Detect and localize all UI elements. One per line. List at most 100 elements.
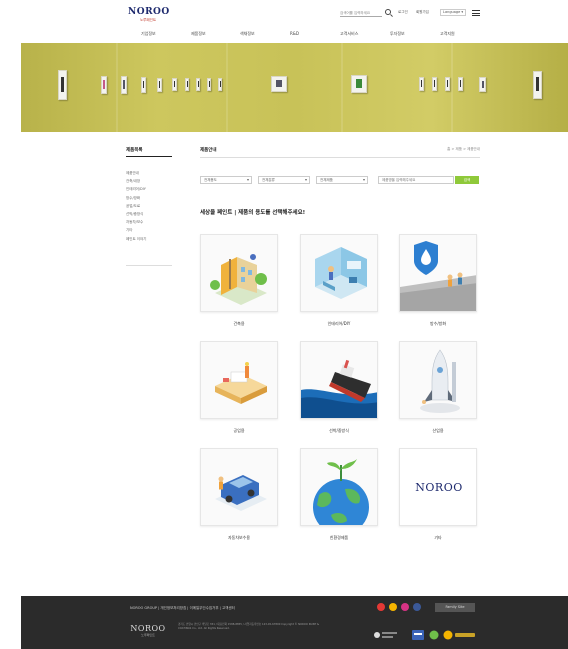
category-card-others[interactable]: NOROO 기타	[399, 448, 477, 541]
sidebar-item[interactable]: 인테리어/DIY	[126, 185, 172, 193]
category-thumbnail[interactable]	[399, 341, 477, 419]
gallery-frame	[185, 78, 189, 91]
login-link[interactable]: 로그인	[398, 10, 408, 15]
building-illustration-icon	[210, 254, 267, 305]
title-divider	[200, 157, 480, 158]
gallery-frame	[271, 76, 287, 92]
category-thumbnail[interactable]	[399, 234, 477, 312]
category-label: 자동차보수용	[227, 535, 251, 540]
breadcrumb: 홈 > 제품 > 제품안내	[447, 147, 480, 151]
family-site-select[interactable]: Family Site	[435, 603, 475, 612]
category-thumbnail[interactable]	[300, 234, 378, 312]
category-thumbnail[interactable]: NOROO	[399, 448, 477, 526]
category-card-industrial[interactable]: 공업용	[200, 341, 278, 434]
gallery-frame	[196, 78, 200, 91]
category-thumbnail[interactable]	[300, 341, 378, 419]
category-select[interactable]: 전체분류	[258, 176, 310, 184]
gallery-frame	[58, 70, 67, 100]
category-card-aerospace[interactable]: 산업용	[399, 341, 477, 434]
sidebar-item[interactable]: 제품안내	[126, 169, 172, 177]
gallery-frame	[157, 78, 162, 92]
sidebar-item[interactable]: 자동차/보수	[126, 218, 172, 226]
instagram-icon[interactable]	[401, 603, 409, 611]
nav-item-color[interactable]: 색채정보	[240, 31, 255, 37]
category-card-interior[interactable]: 인테리어/DIY	[300, 234, 378, 327]
category-thumbnail[interactable]	[200, 341, 278, 419]
gallery-frame	[533, 71, 542, 99]
hamburger-menu-icon[interactable]	[472, 10, 480, 16]
category-thumbnail[interactable]	[200, 234, 278, 312]
gallery-frame	[458, 77, 463, 91]
search-button[interactable]: 검색	[455, 176, 479, 184]
award-badge-icon	[411, 626, 425, 640]
gallery-frame	[419, 77, 424, 91]
sidebar-item[interactable]: 페인트 이야기	[126, 235, 172, 243]
category-label: 기타	[434, 535, 442, 540]
gallery-frame	[351, 75, 367, 93]
site-logo[interactable]: NOROO 노루페인트	[128, 7, 170, 23]
youtube-icon[interactable]	[377, 603, 385, 611]
product-search-input[interactable]	[378, 176, 454, 184]
gallery-frame	[101, 76, 107, 94]
certification-badge-icon	[373, 626, 399, 638]
sidebar-title: 제품목록	[126, 148, 143, 153]
signup-link[interactable]: 회원가입	[416, 10, 429, 15]
category-label: 인테리어/DIY	[327, 321, 351, 326]
sidebar-item[interactable]: 공업/도료	[126, 202, 172, 210]
logo-subtext: 노루페인트	[139, 18, 157, 22]
gallery-frame	[218, 78, 222, 91]
category-card-automotive[interactable]: 자동차보수용	[200, 448, 278, 541]
category-label: 선박/중방식	[329, 428, 349, 433]
sidebar-item[interactable]: 기타	[126, 226, 172, 234]
nav-item-products[interactable]: 제품정보	[191, 31, 206, 37]
car-repair-icon	[215, 475, 267, 511]
site-header: NOROO 노루페인트 검색어를 입력하세요 로그인 회원가입 Language…	[0, 0, 568, 42]
nav-item-service[interactable]: 고객서비스	[340, 31, 358, 37]
facebook-icon[interactable]	[413, 603, 421, 611]
gallery-frame	[207, 78, 211, 91]
nav-item-company[interactable]: 기업정보	[141, 31, 156, 37]
logo-text: NOROO	[128, 7, 170, 17]
category-card-eco[interactable]: 친환경제품	[300, 448, 378, 541]
product-select[interactable]: 전체제품	[316, 176, 368, 184]
section-headline: 세상을 페인트 | 제품의 용도를 선택해주세요!	[200, 210, 306, 216]
rocket-icon	[420, 349, 460, 413]
category-card-marine[interactable]: 선박/중방식	[300, 341, 378, 434]
sidebar-item[interactable]: 방수/방화	[126, 194, 172, 202]
partner-logo-icon	[443, 626, 477, 640]
gallery-frame	[121, 76, 127, 94]
footer-logo-subtext: 노루페인트	[141, 633, 155, 637]
nav-item-ir[interactable]: 투자정보	[390, 31, 405, 37]
search-icon[interactable]	[385, 9, 391, 15]
sidebar-item[interactable]: 선박/중방식	[126, 210, 172, 218]
hero-banner	[21, 43, 568, 132]
sidebar-item[interactable]: 건축/내장	[126, 177, 172, 185]
category-card-architecture[interactable]: 건축용	[200, 234, 278, 327]
sidebar-divider	[126, 156, 172, 157]
nav-item-support[interactable]: 고객지원	[440, 31, 455, 37]
gallery-frame	[445, 77, 450, 91]
sidebar-bottom-divider	[126, 265, 172, 266]
usage-select[interactable]: 전체용도	[200, 176, 252, 184]
waterproof-shield-icon	[400, 241, 476, 311]
eco-badge-icon	[429, 626, 439, 640]
noroo-brand-text: NOROO	[415, 481, 463, 494]
footer-logo: NOROO 노루페인트	[130, 624, 166, 637]
industrial-coating-icon	[215, 362, 267, 404]
category-thumbnail[interactable]	[200, 448, 278, 526]
interior-room-icon	[315, 247, 367, 299]
category-label: 공업용	[233, 428, 245, 433]
ship-icon	[301, 359, 377, 418]
sidebar-menu: 제품안내 건축/내장 인테리어/DIY 방수/방화 공업/도료 선박/중방식 자…	[126, 169, 172, 243]
language-select[interactable]: Language ▾	[440, 9, 467, 16]
nav-item-rnd[interactable]: R&D	[290, 31, 299, 36]
main-nav: 기업정보 제품정보 색채정보 R&D 고객서비스 투자정보 고객지원	[0, 31, 568, 39]
kakao-icon[interactable]	[389, 603, 397, 611]
search-input[interactable]: 검색어를 입력하세요	[340, 10, 382, 17]
page-title: 제품안내	[200, 148, 217, 153]
category-card-waterproof[interactable]: 방수/방화	[399, 234, 477, 327]
footer-links[interactable]: NOROO GROUP | 개인정보처리방침 | 이메일무단수집거부 | 고객센…	[130, 606, 235, 611]
gallery-frame	[479, 77, 486, 92]
gallery-frame	[141, 77, 146, 93]
category-thumbnail[interactable]	[300, 448, 378, 526]
